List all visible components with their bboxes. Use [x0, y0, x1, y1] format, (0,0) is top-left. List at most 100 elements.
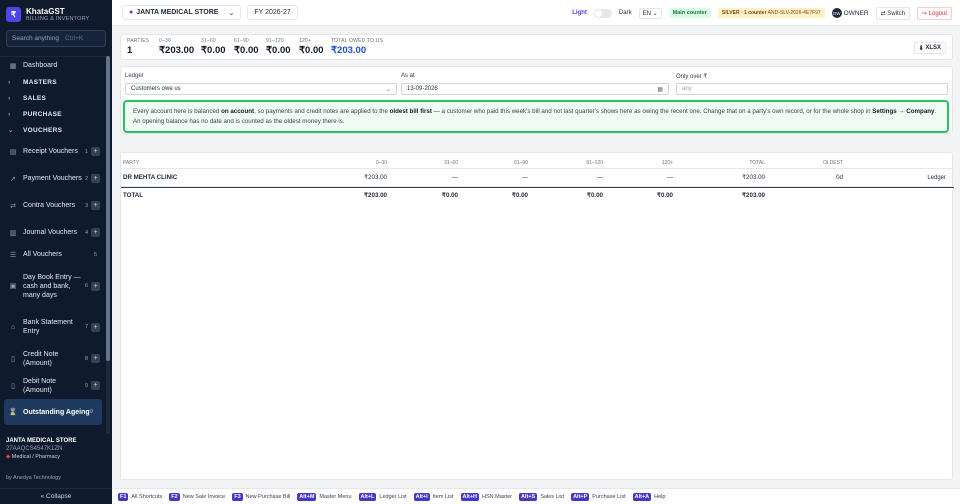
brand-name: KhataGST: [26, 6, 65, 16]
section-vouchers[interactable]: ⌄ VOUCHERS: [0, 122, 106, 138]
party-name: DR MEHTA CLINIC: [123, 174, 178, 181]
add-debit-note-button[interactable]: +: [91, 381, 100, 390]
stat-value: ₹203.00: [159, 45, 195, 56]
export-label: XLSX: [925, 45, 941, 51]
shortcut-label: HSN Master: [482, 493, 512, 500]
topbar: ● JANTA MEDICAL STORE ⌄ FY 2026-27 Light…: [112, 0, 960, 26]
section-purchase[interactable]: › PURCHASE: [0, 106, 106, 122]
scroll-thumb[interactable]: [106, 56, 110, 361]
sidebar-item-credit-note[interactable]: ▯ Credit Note (Amount) 8 +: [0, 345, 106, 372]
shortcut-new-purchase[interactable]: F3 New Purchase Bill: [232, 492, 291, 501]
cell-31-60: —: [451, 174, 458, 181]
switch-button[interactable]: ⇄ Switch: [875, 6, 910, 20]
sidebar-item-day-book[interactable]: ▣ Day Book Entry — cash and bank, many d…: [0, 263, 106, 309]
receipt-icon: ▤: [9, 148, 17, 156]
shortcut-number: 6: [84, 283, 88, 289]
user-menu[interactable]: OW OWNER: [831, 8, 869, 18]
collapse-button[interactable]: « Collapse: [0, 488, 112, 504]
shortcut-sales-list[interactable]: Alt+S Sales List: [518, 492, 564, 501]
chevron-down-icon: ⌄: [8, 127, 14, 134]
add-receipt-button[interactable]: +: [91, 147, 100, 156]
switch-label: Switch: [887, 10, 905, 17]
language-selector[interactable]: EN ⌄: [638, 7, 662, 19]
sidebar-item-contra-vouchers[interactable]: ⇄ Contra Vouchers 3 +: [0, 192, 106, 219]
add-bank-statement-button[interactable]: +: [91, 322, 100, 332]
shortcut-label: Purchase List: [592, 493, 626, 500]
shortcut-purchase-list[interactable]: Alt+P Purchase List: [571, 492, 626, 501]
stat-value: 1: [127, 45, 133, 56]
logout-button[interactable]: ↪ Logout: [916, 6, 952, 20]
shortcut-item-list[interactable]: Alt+I Item List: [413, 492, 454, 501]
journal-icon: ▥: [9, 229, 17, 237]
settings-link[interactable]: Settings → Company: [872, 108, 934, 115]
col-61-90: 61–90: [514, 159, 528, 166]
add-journal-button[interactable]: +: [91, 228, 100, 237]
store-selector[interactable]: ● JANTA MEDICAL STORE ⌄: [122, 5, 242, 20]
sidebar-scrollbar[interactable]: [106, 56, 110, 434]
sidebar-item-debit-note[interactable]: ▯ Debit Note (Amount) 9 +: [0, 372, 106, 399]
section-masters[interactable]: › MASTERS: [0, 74, 106, 90]
fiscal-year-selector[interactable]: FY 2026-27: [247, 5, 298, 20]
theme-light-label[interactable]: Light: [572, 10, 587, 16]
sidebar-item-dashboard[interactable]: ▦ Dashboard: [0, 57, 106, 74]
cell-total: ₹203.00: [742, 174, 765, 181]
stat-label: 61–90: [234, 38, 249, 44]
add-daybook-button[interactable]: +: [91, 281, 100, 291]
sidebar-item-all-vouchers[interactable]: ☰ All Vouchers 5: [0, 246, 106, 263]
ledger-select[interactable]: Customers owe us ⌄: [125, 83, 397, 95]
shortcut-master-menu[interactable]: Alt+M Master Menu: [297, 492, 352, 501]
stat-61-90: 61–90 ₹0.00: [234, 38, 259, 56]
cell-0-30: ₹203.00: [364, 174, 387, 181]
stat-label: PARTIES: [127, 38, 150, 44]
shortcut-number: 4: [84, 229, 88, 236]
add-contra-button[interactable]: +: [91, 201, 100, 210]
shortcut-label: New Purchase Bill: [245, 493, 291, 500]
shortcut-ledger-list[interactable]: Alt+L Ledger List: [358, 492, 407, 501]
col-party: PARTY: [123, 159, 140, 166]
chevron-down-icon: ⌄: [385, 86, 391, 93]
add-payment-button[interactable]: +: [91, 174, 100, 183]
stat-value: ₹0.00: [201, 45, 226, 56]
download-icon: ⬇: [918, 45, 924, 52]
export-xlsx-button[interactable]: ⬇ XLSX: [913, 42, 946, 54]
shortcut-number: 2: [84, 175, 88, 182]
shortcut-hsn-master[interactable]: Alt+H HSN Master: [460, 492, 512, 501]
add-credit-note-button[interactable]: +: [91, 354, 100, 363]
sidebar-item-payment-vouchers[interactable]: ➚ Payment Vouchers 2 +: [0, 165, 106, 192]
shortcut-label: Item List: [432, 493, 454, 500]
sidebar-item-bank-statement[interactable]: ⌂ Bank Statement Entry 7 +: [0, 309, 106, 345]
sidebar-item-outstanding-ageing[interactable]: ⌛ Outstanding Ageing 0: [4, 399, 102, 425]
sidebar-item-receipt-vouchers[interactable]: ▤ Receipt Vouchers 1 +: [0, 138, 106, 165]
bank-icon: ⌂: [10, 323, 16, 331]
stat-label: 0–30: [159, 38, 171, 44]
shortcut-all[interactable]: F1 All Shortcuts: [118, 492, 162, 501]
stat-value: ₹203.00: [331, 45, 367, 56]
total-31-60: ₹0.00: [442, 192, 458, 199]
calendar-icon[interactable]: ▦: [657, 86, 663, 93]
shortcut-help[interactable]: Alt+A Help: [632, 492, 666, 501]
chevron-right-icon: ›: [8, 94, 11, 102]
col-oldest: OLDEST: [822, 159, 843, 166]
shortcut-new-sale[interactable]: F2 New Sale Invoice: [169, 492, 225, 501]
ledger-link[interactable]: Ledger: [891, 175, 946, 181]
shortcut-key: F1: [118, 492, 129, 501]
as-at-label: As at: [401, 73, 415, 79]
shortcut-label: Help: [654, 493, 666, 500]
theme-toggle[interactable]: [593, 8, 612, 18]
sidebar-item-journal-vouchers[interactable]: ▥ Journal Vouchers 4 +: [0, 219, 106, 246]
toggle-knob: [594, 9, 602, 17]
store-type: ◆ Medical / Pharmacy: [6, 454, 106, 460]
sidebar-item-label: Contra Vouchers: [23, 202, 76, 209]
main-content: PARTIES 1 0–30 ₹203.00 31–60 ₹0.00 61–90 ₹0.…: [112, 26, 960, 488]
ageing-summary: PARTIES 1 0–30 ₹203.00 31–60 ₹0.00 61–90 ₹0.…: [120, 34, 953, 60]
only-over-input[interactable]: any: [676, 83, 948, 95]
search-input[interactable]: Search anything Ctrl+K: [6, 30, 106, 47]
stat-31-60: 31–60 ₹0.00: [201, 38, 226, 56]
theme-dark-label[interactable]: Dark: [619, 10, 632, 16]
as-at-date-input[interactable]: 13-09-2026 ▦: [401, 83, 669, 95]
stat-value: ₹0.00: [299, 45, 324, 56]
brand: ₹ KhataGST BILLING & INVENTORY: [0, 0, 112, 28]
section-sales[interactable]: › SALES: [0, 90, 106, 106]
user-role: OWNER: [843, 9, 869, 17]
shortcut-key: Alt+H: [460, 492, 480, 501]
